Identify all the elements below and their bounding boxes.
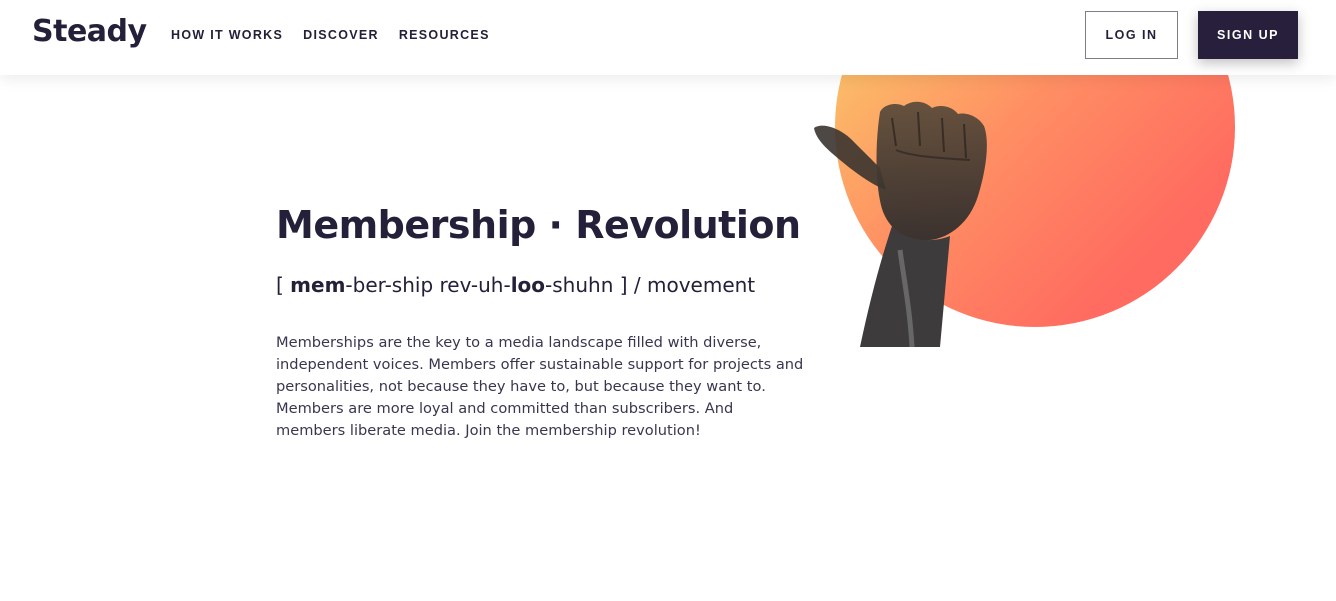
pron-part2: -ber-ship rev-uh- bbox=[345, 273, 511, 297]
pron-bold-mem: mem bbox=[290, 273, 346, 297]
nav-resources[interactable]: RESOURCES bbox=[399, 28, 490, 42]
steady-logo[interactable]: Steady bbox=[32, 14, 147, 49]
nav-discover[interactable]: DISCOVER bbox=[303, 28, 379, 42]
signup-button[interactable]: SIGN UP bbox=[1198, 11, 1298, 59]
pron-bold-loo: loo bbox=[510, 273, 546, 297]
nav-how-it-works[interactable]: HOW IT WORKS bbox=[171, 28, 283, 42]
page-title: Membership · Revolution bbox=[276, 203, 801, 247]
pron-open: [ bbox=[276, 273, 291, 297]
login-button[interactable]: LOG IN bbox=[1085, 11, 1178, 59]
pronunciation: [ mem-ber-ship rev-uh-loo-shuhn ] / move… bbox=[276, 273, 755, 297]
pron-part3: -shuhn ] / movement bbox=[545, 273, 756, 297]
site-header: Steady HOW IT WORKS DISCOVER RESOURCES L… bbox=[0, 0, 1336, 75]
hero-description: Memberships are the key to a media lands… bbox=[276, 334, 804, 439]
main-nav: HOW IT WORKS DISCOVER RESOURCES bbox=[171, 28, 490, 42]
